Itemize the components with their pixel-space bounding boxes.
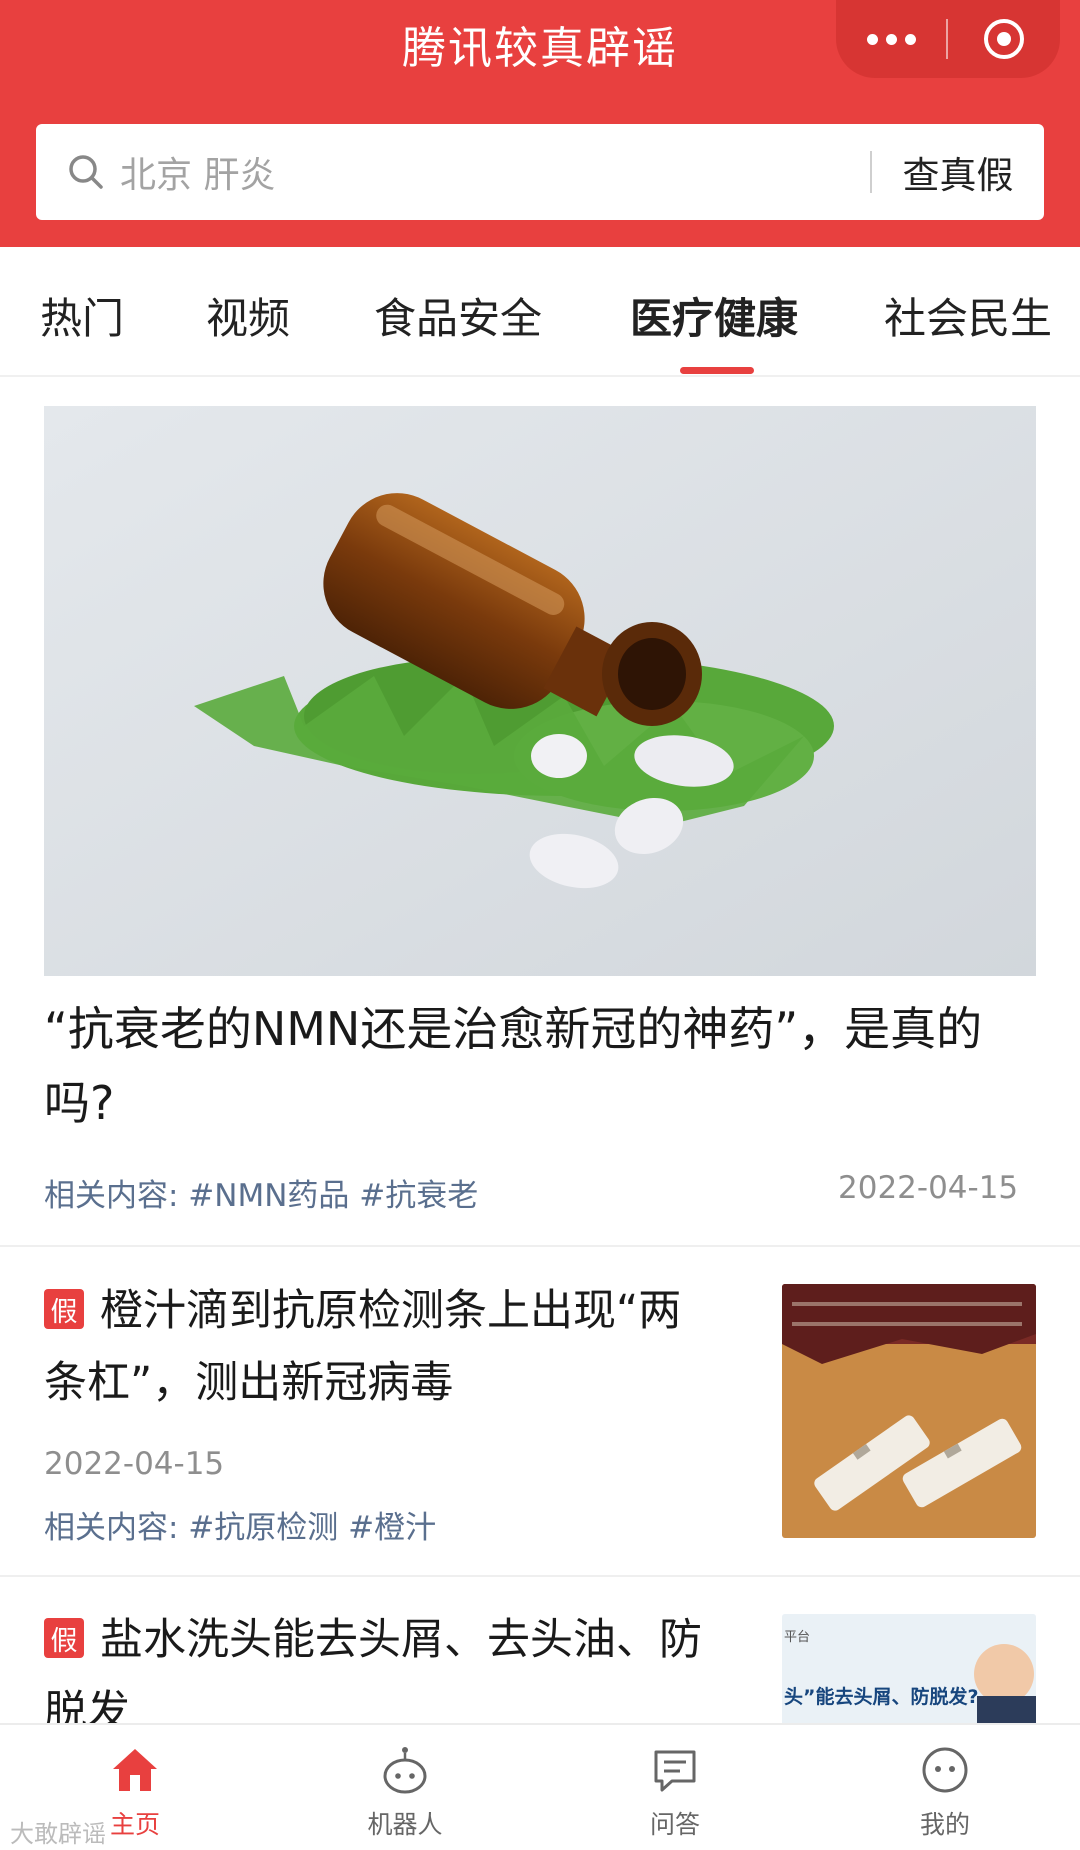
category-tabs: 热门 视频 食品安全 医疗健康 社会民生: [0, 247, 1080, 377]
featured-related-tags[interactable]: 相关内容: #NMN药品 #抗衰老: [44, 1170, 478, 1215]
search-bar[interactable]: 北京 肝炎 查真假: [36, 124, 1044, 220]
more-dots-icon[interactable]: [836, 33, 946, 45]
nav-robot-label: 机器人: [367, 1810, 443, 1839]
tab-medical-health[interactable]: 医疗健康: [630, 285, 798, 346]
article-thumbnail[interactable]: [782, 1284, 1036, 1538]
active-tab-indicator: [680, 367, 754, 374]
chat-icon: [654, 1750, 696, 1792]
article-related-tags[interactable]: 相关内容: #抗原检测 #橙汁: [44, 1502, 436, 1547]
header-bar: 腾讯较真辟谣 北京 肝炎 查真假: [0, 0, 1080, 247]
article-date: 2022-04-15: [44, 1446, 225, 1482]
verify-button[interactable]: 查真假: [872, 145, 1044, 199]
nav-profile[interactable]: 我的: [810, 1725, 1080, 1850]
profile-icon: [922, 1747, 968, 1793]
nav-robot[interactable]: 机器人: [270, 1725, 540, 1850]
article-title[interactable]: 橙汁滴到抗原检测条上出现“两条杠”，测出新冠病毒: [44, 1275, 724, 1419]
home-icon: [113, 1749, 157, 1791]
mini-program-capsule: [836, 0, 1060, 78]
tab-social-livelihood[interactable]: 社会民生: [884, 285, 1052, 346]
feed-divider: [0, 1575, 1080, 1577]
tab-food-safety[interactable]: 食品安全: [374, 285, 542, 346]
search-input[interactable]: 北京 肝炎: [120, 146, 870, 198]
featured-article-title[interactable]: “抗衰老的NMN还是治愈新冠的神药”，是真的吗?: [44, 992, 1034, 1140]
robot-icon: [383, 1747, 427, 1794]
featured-date: 2022-04-15: [838, 1170, 1019, 1206]
thumbnail-caption: 头”能去头屑、防脱发?: [784, 1686, 979, 1708]
app-page: 腾讯较真辟谣 北京 肝炎 查真假 热门 视频 食品安全 医疗健康 社会民生 “抗…: [0, 0, 1080, 1850]
thumbnail-corner-text: 平台: [784, 1630, 811, 1645]
search-icon: [69, 155, 103, 189]
feed-divider: [0, 1245, 1080, 1247]
tab-video[interactable]: 视频: [206, 285, 290, 346]
watermark: 大敢辟谣: [10, 1820, 106, 1848]
tab-hot[interactable]: 热门: [40, 285, 124, 346]
nav-qa[interactable]: 问答: [540, 1725, 810, 1850]
nav-qa-label: 问答: [649, 1810, 700, 1839]
bottom-navigation: 主页 机器人 问答 我的: [0, 1723, 1080, 1850]
nav-profile-label: 我的: [919, 1810, 970, 1839]
target-circle-icon[interactable]: [948, 17, 1060, 61]
article-thumbnail[interactable]: 头”能去头屑、防脱发? 平台: [782, 1614, 1036, 1726]
featured-article-image[interactable]: [44, 406, 1036, 976]
